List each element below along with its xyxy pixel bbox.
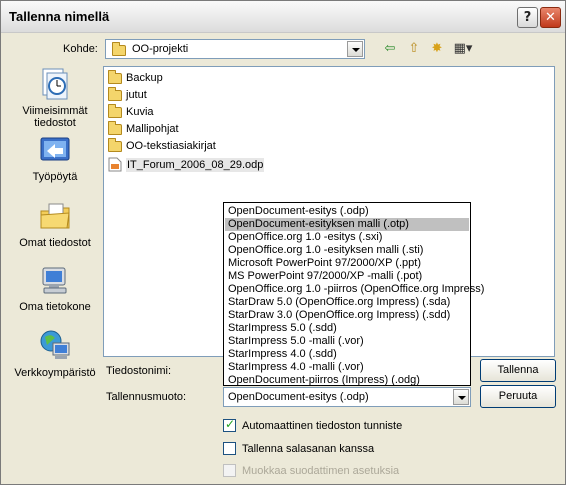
file-name: Backup — [126, 72, 163, 85]
chevron-down-icon[interactable] — [453, 389, 469, 405]
filter-settings-label: Muokkaa suodattimen asetuksia — [242, 465, 400, 477]
auto-extension-label: Automaattinen tiedoston tunniste — [242, 420, 403, 432]
file-name: IT_Forum_2006_08_29.odp — [126, 157, 265, 172]
recent-documents-icon — [42, 68, 68, 100]
place-recent-label: Viimeisimmät tiedostot — [22, 105, 88, 129]
dropdown-option[interactable]: OpenDocument-piirros (Impress) (.odg) — [225, 374, 469, 387]
new-folder-icon[interactable]: ✸ — [428, 40, 446, 58]
network-places-icon — [40, 330, 70, 359]
desktop-icon — [40, 137, 70, 161]
my-documents-icon — [40, 203, 70, 229]
dropdown-option[interactable]: OpenOffice.org 1.0 -esityksen malli (.st… — [225, 244, 469, 257]
cancel-button[interactable]: Peruuta — [480, 385, 556, 408]
location-combo[interactable]: OO-projekti — [105, 39, 365, 59]
place-recent[interactable]: Viimeisimmät tiedostot — [11, 67, 99, 129]
place-my-computer[interactable]: Oma tietokone — [11, 265, 99, 313]
folder-icon — [108, 86, 122, 101]
presentation-file-icon — [108, 157, 122, 172]
chevron-down-icon[interactable] — [347, 41, 363, 57]
up-folder-icon[interactable]: ⇧ — [405, 40, 423, 58]
file-name: OO-tekstiasiakirjat — [126, 140, 216, 153]
file-name: jutut — [126, 89, 147, 102]
place-desktop-label: Työpöytä — [32, 171, 78, 183]
password-label: Tallenna salasanan kanssa — [242, 443, 375, 455]
password-checkbox[interactable] — [223, 442, 236, 455]
place-network[interactable]: Verkkoympäristö — [11, 329, 99, 379]
auto-extension-checkbox[interactable] — [223, 417, 236, 432]
list-item[interactable]: Backup — [108, 69, 163, 89]
folder-icon — [108, 103, 122, 118]
filter-settings-checkbox — [223, 464, 236, 477]
dropdown-option[interactable]: OpenOffice.org 1.0 -esitys (.sxi) — [225, 231, 469, 244]
help-button[interactable]: ? — [517, 7, 538, 28]
back-icon[interactable]: ⇦ — [381, 40, 399, 58]
list-item[interactable]: OO-tekstiasiakirjat — [108, 137, 216, 157]
place-network-label: Verkkoympäristö — [14, 367, 96, 379]
dropdown-option[interactable]: StarDraw 5.0 (OpenOffice.org Impress) (.… — [225, 296, 469, 309]
dialog-title: Tallenna nimellä — [9, 9, 110, 24]
filetype-value: OpenDocument-esitys (.odp) — [228, 391, 369, 403]
dropdown-option[interactable]: StarImpress 5.0 (.sdd) — [225, 322, 469, 335]
filetype-label: Tallennusmuoto: — [106, 391, 187, 403]
list-item[interactable]: IT_Forum_2006_08_29.odp — [108, 157, 265, 174]
dropdown-option[interactable]: OpenDocument-esitys (.odp) — [225, 205, 469, 218]
save-button[interactable]: Tallenna — [480, 359, 556, 382]
filename-label: Tiedostonimi: — [106, 365, 172, 377]
place-my-documents-label: Omat tiedostot — [19, 237, 91, 249]
filetype-dropdown[interactable]: OpenDocument-esitys (.odp) OpenDocument-… — [223, 202, 484, 387]
place-desktop[interactable]: Työpöytä — [11, 135, 99, 183]
dropdown-option[interactable]: StarImpress 5.0 -malli (.vor) — [225, 335, 469, 348]
location-value: OO-projekti — [132, 43, 189, 55]
place-my-documents[interactable]: Omat tiedostot — [11, 201, 99, 249]
dropdown-option-highlighted[interactable]: OpenDocument-esityksen malli (.otp) — [225, 218, 469, 231]
title-bar[interactable]: Tallenna nimellä ? ✕ — [1, 1, 565, 33]
save-as-dialog: Tallenna nimellä ? ✕ Kohde: OO-projekti … — [0, 0, 566, 485]
my-computer-icon — [42, 267, 67, 294]
folder-icon — [112, 42, 126, 56]
dropdown-option[interactable]: StarImpress 4.0 (.sdd) — [225, 348, 469, 361]
dropdown-option[interactable]: StarImpress 4.0 -malli (.vor) — [225, 361, 469, 374]
views-menu-icon[interactable]: ▦▾ — [450, 40, 476, 58]
dropdown-option[interactable]: StarDraw 3.0 (OpenOffice.org Impress) (.… — [225, 309, 469, 322]
list-item[interactable]: Mallipohjat — [108, 120, 179, 140]
place-my-computer-label: Oma tietokone — [19, 301, 91, 313]
folder-icon — [108, 120, 122, 135]
filetype-select[interactable]: OpenDocument-esitys (.odp) — [223, 387, 471, 407]
dropdown-option[interactable]: Microsoft PowerPoint 97/2000/XP (.ppt) — [225, 257, 469, 270]
dropdown-option[interactable]: OpenOffice.org 1.0 -piirros (OpenOffice.… — [225, 283, 484, 296]
folder-icon — [108, 137, 122, 152]
dropdown-option[interactable]: MS PowerPoint 97/2000/XP -malli (.pot) — [225, 270, 469, 283]
location-label: Kohde: — [63, 43, 98, 55]
close-button[interactable]: ✕ — [540, 7, 561, 28]
folder-icon — [108, 69, 122, 84]
file-name: Mallipohjat — [126, 123, 179, 136]
file-name: Kuvia — [126, 106, 154, 119]
